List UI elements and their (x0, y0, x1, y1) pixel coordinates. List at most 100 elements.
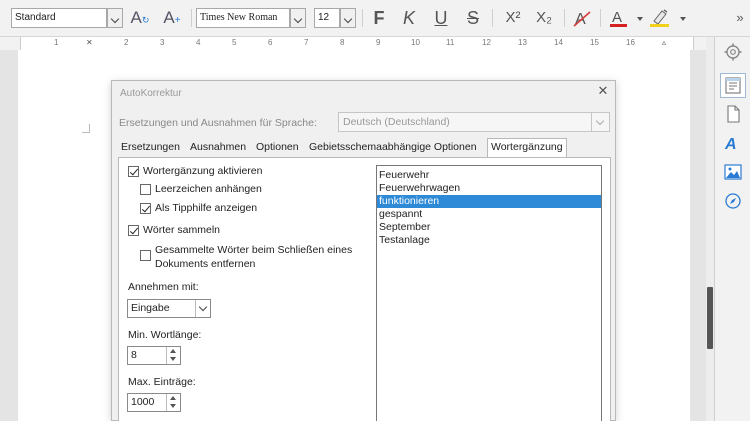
append-space-label[interactable]: Leerzeichen anhängen (155, 183, 262, 195)
enable-completion-label[interactable]: Wortergänzung aktivieren (143, 165, 262, 177)
language-label: Ersetzungen und Ausnahmen für Sprache: (119, 117, 317, 129)
autocorrect-dialog: AutoKorrektur ✕ Ersetzungen und Ausnahme… (111, 80, 616, 421)
ruler-label: 6 (268, 38, 273, 47)
min-length-label: Min. Wortlänge: (128, 329, 202, 341)
update-style-icon[interactable]: A↻ (128, 7, 152, 29)
remove-on-close-label-line2[interactable]: Dokuments entfernen (155, 258, 255, 270)
spin-up-icon[interactable] (170, 349, 176, 353)
accept-with-value: Eingabe (131, 302, 170, 314)
vertical-scrollbar[interactable] (706, 37, 714, 421)
show-as-tip-checkbox[interactable] (140, 203, 151, 214)
strikethrough-button[interactable]: S (462, 7, 484, 29)
navigator-icon[interactable] (723, 191, 743, 211)
list-item[interactable]: gespannt (377, 208, 601, 221)
ruler-label: 2 (124, 38, 129, 47)
font-name-dropdown[interactable] (290, 8, 306, 28)
min-length-value: 8 (131, 349, 137, 361)
font-size-combo[interactable]: 12 (314, 8, 340, 28)
chevron-down-icon (195, 300, 210, 317)
ruler-label: 11 (446, 38, 455, 47)
dialog-title: AutoKorrektur (120, 88, 182, 99)
sidebar-deck: A (714, 37, 750, 421)
svg-text:A: A (724, 136, 737, 153)
font-size-dropdown[interactable] (340, 8, 356, 28)
toolbar-separator (191, 9, 192, 27)
tab-ersetzungen[interactable]: Ersetzungen (118, 139, 183, 157)
close-icon[interactable]: ✕ (595, 84, 611, 100)
ruler-label: 14 (554, 38, 563, 47)
superscript-button[interactable]: X² (500, 7, 526, 29)
scrollbar-thumb[interactable] (707, 287, 713, 349)
ruler-margin-marker[interactable]: ✕ (86, 38, 93, 47)
spinner-buttons[interactable] (166, 347, 180, 364)
show-as-tip-label[interactable]: Als Tipphilfe anzeigen (155, 202, 257, 214)
list-item[interactable]: Feuerwehr (377, 169, 601, 182)
ruler-label: 12 (482, 38, 491, 47)
ruler-label: 4 (196, 38, 201, 47)
bold-button[interactable]: F (368, 7, 390, 29)
paragraph-style-combo[interactable]: Standard (11, 8, 107, 28)
ruler-label: 7 (304, 38, 309, 47)
font-color-icon[interactable]: A (608, 7, 630, 29)
font-name-combo[interactable]: Times New Roman (196, 8, 290, 28)
ruler-label: 8 (340, 38, 345, 47)
spin-down-icon[interactable] (170, 404, 176, 408)
accept-with-select[interactable]: Eingabe (127, 299, 211, 318)
ruler-margin-marker[interactable]: ▵ (662, 38, 666, 47)
ruler-label: 1 (54, 38, 59, 47)
tab-ausnahmen[interactable]: Ausnahmen (187, 139, 249, 157)
accept-with-label: Annehmen mit: (128, 281, 199, 293)
ruler-label: 16 (626, 38, 635, 47)
ruler-label: 3 (160, 38, 165, 47)
remove-on-close-label-line1[interactable]: Gesammelte Wörter beim Schließen eines (155, 244, 352, 256)
min-length-spinner[interactable]: 8 (127, 346, 181, 365)
properties-icon (725, 77, 741, 94)
ruler-label: 9 (376, 38, 381, 47)
new-style-icon[interactable]: A+ (160, 7, 184, 29)
properties-button[interactable] (720, 73, 746, 98)
toolbar-overflow-button[interactable]: » (733, 7, 747, 29)
enable-completion-checkbox[interactable] (128, 166, 139, 177)
max-entries-spinner[interactable]: 1000 (127, 393, 181, 412)
tab-wortergaenzung[interactable]: Wortergänzung (487, 138, 567, 157)
toolbar-separator (362, 9, 363, 27)
horizontal-ruler[interactable]: 1 ✕ 2 3 4 5 6 7 8 9 10 11 12 13 14 15 16… (0, 37, 706, 50)
max-entries-value: 1000 (131, 396, 155, 408)
list-item-selected[interactable]: funktionieren (377, 195, 601, 208)
chevron-down-icon (591, 113, 609, 131)
svg-text:A: A (612, 9, 622, 26)
italic-button[interactable]: K (398, 7, 420, 29)
page-icon[interactable] (723, 104, 743, 124)
language-select[interactable]: Deutsch (Deutschland) (338, 112, 610, 132)
gallery-icon[interactable] (723, 162, 743, 182)
collect-words-label[interactable]: Wörter sammeln (143, 224, 220, 236)
list-item[interactable]: September (377, 221, 601, 234)
collected-words-list[interactable]: Feuerwehr Feuerwehrwagen funktionieren g… (376, 165, 602, 421)
tab-gebietsschema-optionen[interactable]: Gebietsschemaabhängige Optionen (306, 139, 480, 157)
max-entries-label: Max. Einträge: (128, 376, 196, 388)
settings-gear-icon[interactable] (723, 42, 743, 62)
font-color-dropdown[interactable] (637, 17, 643, 21)
highlight-color-icon[interactable] (648, 7, 672, 29)
styles-icon[interactable]: A (723, 133, 743, 153)
append-space-checkbox[interactable] (140, 184, 151, 195)
spinner-buttons[interactable] (166, 394, 180, 411)
formatting-toolbar: Standard A↻ A+ Times New Roman 12 F K U … (0, 0, 750, 37)
spin-down-icon[interactable] (170, 357, 176, 361)
subscript-button[interactable]: X₂ (531, 7, 557, 29)
text-boundary-marker (82, 124, 90, 133)
remove-on-close-checkbox[interactable] (140, 250, 151, 261)
ruler-label: 15 (590, 38, 599, 47)
spin-up-icon[interactable] (170, 396, 176, 400)
toolbar-separator (600, 9, 601, 27)
paragraph-style-dropdown[interactable] (107, 8, 123, 28)
toolbar-separator (492, 9, 493, 27)
underline-button[interactable]: U (430, 7, 452, 29)
tab-optionen[interactable]: Optionen (253, 139, 302, 157)
toolbar-separator (564, 9, 565, 27)
highlight-color-dropdown[interactable] (680, 17, 686, 21)
collect-words-checkbox[interactable] (128, 225, 139, 236)
list-item[interactable]: Feuerwehrwagen (377, 182, 601, 195)
clear-formatting-icon[interactable]: A (571, 7, 593, 29)
list-item[interactable]: Testanlage (377, 234, 601, 247)
